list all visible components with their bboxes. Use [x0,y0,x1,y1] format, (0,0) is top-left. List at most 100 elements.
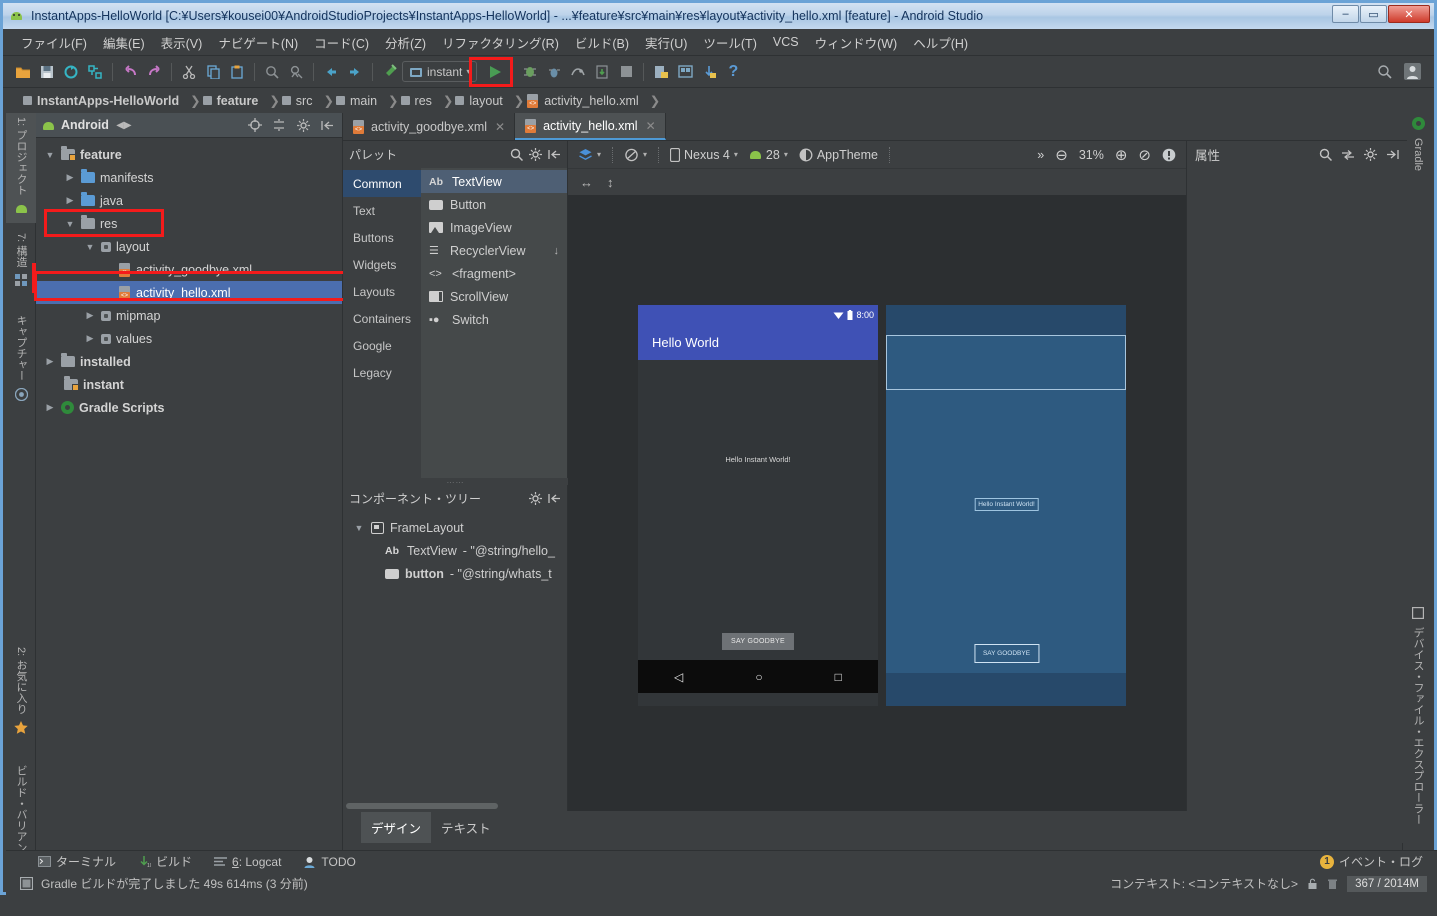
chevron-right-icon[interactable]: ▶ [84,310,96,321]
step-icon[interactable] [542,60,566,84]
sidebar-item-gradle[interactable]: Gradle [1403,113,1433,185]
chevron-right-icon[interactable]: ▶ [44,402,56,413]
blueprint-say-goodbye-button[interactable]: SAY GOODBYE [973,644,1040,663]
run-icon[interactable] [483,60,507,84]
gear-icon[interactable] [529,492,542,505]
tool-button-build[interactable]: 10 ビルド [138,853,192,870]
target-icon[interactable] [246,116,264,134]
find-icon[interactable] [260,60,284,84]
menu-analyze[interactable]: 分析(Z) [377,30,434,55]
menu-view[interactable]: 表示(V) [153,30,211,55]
menu-navigate[interactable]: ナビゲート(N) [210,30,306,55]
chevron-right-icon[interactable]: ▶ [84,333,96,344]
breadcrumb-item-file[interactable]: activity_hello.xml ❯ [526,93,660,108]
run-configuration-selector[interactable]: instant ▾ [402,61,478,82]
palette-item-imageview[interactable]: ImageView [421,216,567,239]
palette-category-buttons[interactable]: Buttons [343,224,421,251]
maximize-button[interactable]: ▭ [1360,5,1387,23]
avd-manager-icon[interactable] [673,60,697,84]
event-log-button[interactable]: 1 イベント・ログ [1319,853,1437,870]
close-icon[interactable]: ✕ [646,119,656,133]
breadcrumb-item-main[interactable]: main ❯ [335,93,399,108]
breadcrumb-item-project[interactable]: InstantApps-HelloWorld ❯ [23,93,201,108]
debug-icon[interactable] [518,60,542,84]
menu-refactor[interactable]: リファクタリング(R) [434,30,567,55]
design-mode-selector[interactable]: ▾ [574,144,605,166]
device-selector[interactable]: Nexus 4 ▾ [666,144,742,166]
tree-item-mipmap[interactable]: ▶ mipmap [36,304,342,327]
scrollbar-thumb[interactable] [346,803,498,809]
stop-icon[interactable] [614,60,638,84]
menu-code[interactable]: コード(C) [306,30,377,55]
gear-icon[interactable] [294,116,312,134]
breadcrumb-item-src[interactable]: src ❯ [281,93,334,108]
palette-item-scrollview[interactable]: ScrollView [421,285,567,308]
tool-button-terminal[interactable]: ターミナル [38,853,116,870]
tab-text[interactable]: テキスト [431,812,501,843]
tool-button-todo[interactable]: TODO [303,855,356,869]
palette-category-google[interactable]: Google [343,332,421,359]
sync-icon[interactable] [59,60,83,84]
blueprint-preview[interactable]: Hello Instant World! SAY GOODBYE [886,305,1126,706]
cut-icon[interactable] [177,60,201,84]
breadcrumb-item-layout[interactable]: layout ❯ [455,93,524,108]
horizontal-resize-icon[interactable]: ↔ [580,175,593,190]
sort-toggle-icon[interactable] [1341,149,1355,161]
tree-item-layout[interactable]: ▼ layout [36,235,342,258]
device-preview[interactable]: 8:00 Hello World Hello Instant World! SA… [638,305,878,706]
find-usages-icon[interactable] [284,60,308,84]
apply-changes-icon[interactable] [590,60,614,84]
tree-item-feature[interactable]: ▼ feature [36,143,342,166]
chevron-down-icon[interactable]: ▼ [353,523,365,533]
help-icon[interactable]: ? [721,60,745,84]
lock-icon[interactable] [1307,878,1318,890]
chevron-right-icon[interactable]: ▶ [64,172,76,183]
download-icon[interactable]: ↓ [554,245,560,257]
palette-category-common[interactable]: Common [343,170,421,197]
search-icon[interactable] [1319,148,1332,161]
refresh-icon[interactable] [83,60,107,84]
panel-splitter[interactable]: ⋯⋯ [343,478,568,487]
save-all-icon[interactable] [35,60,59,84]
zoom-in-button[interactable]: ⊕ [1111,144,1132,166]
copy-icon[interactable] [201,60,225,84]
menu-vcs[interactable]: VCS [765,32,807,52]
component-row-button[interactable]: button - "@string/whats_t [343,562,567,585]
build-hammer-icon[interactable] [378,60,402,84]
palette-item-recyclerview[interactable]: ☰ RecyclerView ↓ [421,239,567,262]
tab-activity-goodbye[interactable]: activity_goodbye.xml ✕ [343,113,516,140]
zoom-out-button[interactable]: ⊖ [1051,144,1072,166]
memory-indicator[interactable]: 367 / 2014M [1347,875,1427,892]
palette-item-textview[interactable]: Ab TextView [421,170,567,193]
tree-item-gradle-scripts[interactable]: ▶ Gradle Scripts [36,396,342,419]
gear-icon[interactable] [1364,148,1377,161]
sidebar-item-device-file-explorer[interactable]: デバイス・ファイル・エクスプローラー [1403,603,1433,843]
menu-window[interactable]: ウィンドウ(W) [807,30,906,55]
profiler-icon[interactable] [566,60,590,84]
tree-item-java[interactable]: ▶ java [36,189,342,212]
issues-icon[interactable] [1158,144,1180,166]
tree-item-installed[interactable]: ▶ installed [36,350,342,373]
back-icon[interactable] [319,60,343,84]
hide-icon[interactable] [318,116,336,134]
forward-icon[interactable] [343,60,367,84]
vertical-resize-icon[interactable]: ↕ [607,175,614,190]
palette-category-layouts[interactable]: Layouts [343,278,421,305]
search-icon[interactable] [510,148,523,161]
undo-icon[interactable] [118,60,142,84]
tree-item-activity-hello[interactable]: activity_hello.xml [36,281,342,304]
hide-icon[interactable] [548,492,561,505]
zoom-fit-button[interactable]: ⊘ [1134,144,1155,166]
tree-item-instant[interactable]: instant [36,373,342,396]
palette-category-widgets[interactable]: Widgets [343,251,421,278]
paste-icon[interactable] [225,60,249,84]
palette-category-text[interactable]: Text [343,197,421,224]
collapse-all-icon[interactable] [270,116,288,134]
tree-item-manifests[interactable]: ▶ manifests [36,166,342,189]
chevron-down-icon[interactable]: ▼ [84,242,96,252]
palette-item-button[interactable]: Button [421,193,567,216]
blueprint-textview[interactable]: Hello Instant World! [974,498,1039,511]
sidebar-item-project[interactable]: 1: プロジェクト [6,113,36,223]
hide-icon[interactable] [548,148,561,161]
nav-recents-icon[interactable]: □ [835,670,842,684]
